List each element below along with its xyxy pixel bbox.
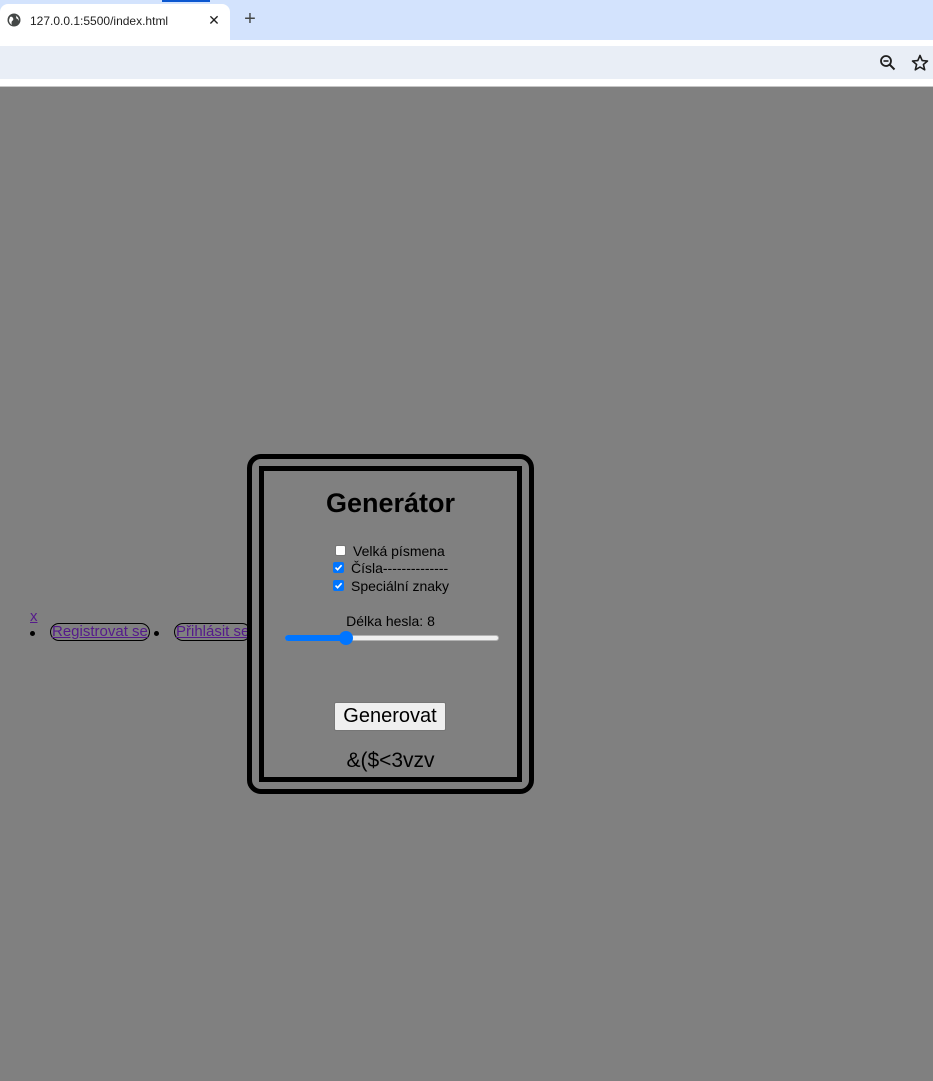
page-content: x Registrovat se Přihlásit se Generátor … [0, 87, 933, 1081]
new-tab-icon[interactable]: + [240, 9, 260, 29]
special-chars-label: Speciální znaky [351, 578, 450, 594]
numbers-label: Čísla-------------- [351, 560, 449, 576]
browser-tabstrip: 127.0.0.1:5500/index.html ✕ + [0, 0, 933, 40]
globe-icon [7, 13, 21, 27]
tab-close-icon[interactable]: ✕ [205, 11, 223, 29]
star-icon[interactable] [911, 54, 929, 72]
generate-button[interactable]: Generovat [334, 702, 446, 731]
generator-title: Generátor [325, 488, 456, 518]
register-link[interactable]: Registrovat se [50, 623, 150, 641]
list-bullet [30, 631, 35, 636]
list-bullet [154, 631, 159, 636]
zoom-out-icon[interactable] [879, 54, 897, 72]
length-label: Délka hesla: 8 [346, 613, 435, 629]
browser-toolbar [0, 40, 933, 86]
tab-accent-bar [162, 0, 210, 2]
length-slider-fill [285, 635, 346, 641]
numbers-checkbox[interactable] [333, 562, 344, 573]
close-link[interactable]: x [30, 608, 38, 625]
special-chars-checkbox[interactable] [333, 580, 344, 591]
login-link[interactable]: Přihlásit se [174, 623, 252, 641]
uppercase-label: Velká písmena [353, 543, 445, 559]
tab-title: 127.0.0.1:5500/index.html [30, 14, 169, 28]
browser-tab[interactable]: 127.0.0.1:5500/index.html ✕ [0, 4, 230, 40]
length-slider-thumb[interactable] [339, 631, 353, 645]
generated-password: &($<3vzv [346, 749, 435, 772]
address-bar[interactable] [0, 46, 933, 79]
uppercase-checkbox[interactable] [335, 545, 346, 556]
